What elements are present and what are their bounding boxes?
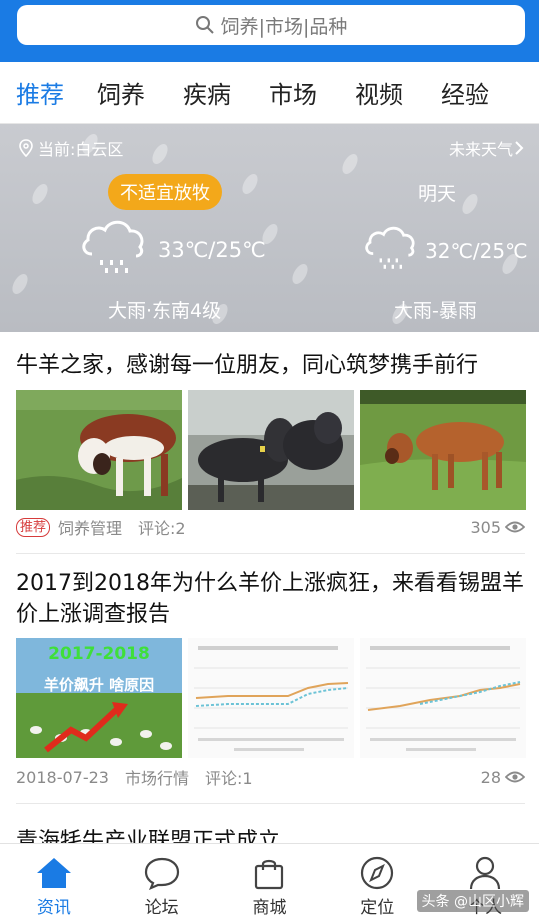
- article-thumbnails[interactable]: [16, 390, 526, 510]
- tab-recommend[interactable]: 推荐: [2, 75, 78, 110]
- tomorrow-label: 明天: [418, 183, 457, 205]
- chevron-right-icon: [515, 141, 524, 155]
- divider: [16, 803, 525, 804]
- black-goats-image[interactable]: [188, 390, 354, 510]
- article-title[interactable]: 2017到2018年为什么羊价上涨疯狂，来看看锡盟羊价上涨调查报告: [16, 568, 525, 630]
- view-count: 28: [481, 768, 525, 787]
- chat-bubble-icon: [144, 857, 179, 890]
- nav-location[interactable]: 定位: [323, 844, 431, 922]
- eye-icon: [505, 521, 525, 533]
- article-meta: 推荐 饲养管理 评论:2 305: [16, 515, 525, 539]
- search-input[interactable]: 饲养|市场|品种: [17, 5, 525, 45]
- tomorrow-temperature: 32℃/25℃: [425, 239, 528, 263]
- search-icon: [195, 16, 214, 34]
- nav-news[interactable]: 资讯: [0, 844, 108, 922]
- recommend-tag: 推荐: [16, 517, 51, 537]
- view-count: 305: [470, 518, 525, 537]
- thumb-caption: 羊价飙升 啥原因: [43, 676, 155, 694]
- article-comments[interactable]: 评论:2: [138, 515, 186, 539]
- today-temperature: 33℃/25℃: [158, 238, 266, 262]
- article-comments[interactable]: 评论:1: [205, 765, 253, 789]
- home-icon: [36, 858, 71, 888]
- nav-forum[interactable]: 论坛: [108, 844, 216, 922]
- location-label[interactable]: 当前:白云区: [18, 136, 123, 160]
- article-category[interactable]: 市场行情: [125, 765, 189, 789]
- person-icon: [469, 856, 501, 890]
- rain-cloud-icon: [365, 226, 415, 269]
- tab-video[interactable]: 视频: [336, 75, 422, 110]
- article-title[interactable]: 牛羊之家，感谢每一位朋友，同心筑梦携手前行: [16, 350, 525, 381]
- article-meta: 2018-07-23 市场行情 评论:1 28: [16, 765, 525, 789]
- watermark: 头条 @山区小辉: [416, 890, 529, 912]
- price-chart-image[interactable]: [188, 638, 354, 758]
- eye-icon: [505, 771, 525, 783]
- article-card[interactable]: 2017到2018年为什么羊价上涨疯狂，来看看锡盟羊价上涨调查报告: [16, 568, 525, 630]
- top-bar: 饲养|市场|品种: [0, 0, 539, 62]
- tab-experience[interactable]: 经验: [422, 75, 508, 110]
- brown-cow-image[interactable]: [360, 390, 526, 510]
- category-tabs: 推荐 饲养 疾病 市场 视频 经验: [0, 62, 539, 124]
- article-thumbnails[interactable]: 2017-2018 羊价飙升 啥原因: [16, 638, 526, 758]
- weather-card[interactable]: 当前:白云区 未来天气 不适宜放牧 明天 33℃/25℃ 大雨·东南4级 32℃…: [0, 124, 539, 332]
- sheep-price-image[interactable]: 2017-2018 羊价飙升 啥原因: [16, 638, 182, 758]
- tab-market[interactable]: 市场: [250, 75, 336, 110]
- article-date: 2018-07-23: [16, 767, 109, 787]
- tab-disease[interactable]: 疾病: [164, 75, 250, 110]
- compass-icon: [361, 856, 394, 890]
- article-category[interactable]: 饲养管理: [58, 515, 122, 539]
- thumb-caption: 2017-2018: [48, 644, 150, 664]
- cow-grazing-image[interactable]: [16, 390, 182, 510]
- tomorrow-condition: 大雨-暴雨: [394, 300, 477, 322]
- search-placeholder: 饲养|市场|品种: [220, 15, 348, 38]
- article-card[interactable]: 牛羊之家，感谢每一位朋友，同心筑梦携手前行: [16, 350, 525, 381]
- purchase-price-chart-image[interactable]: [360, 638, 526, 758]
- divider: [16, 553, 525, 554]
- future-weather-link[interactable]: 未来天气: [449, 136, 525, 160]
- location-pin-icon: [19, 139, 33, 157]
- rain-cloud-icon: [82, 220, 144, 273]
- grazing-warning-badge: 不适宜放牧: [108, 174, 222, 210]
- today-condition: 大雨·东南4级: [108, 300, 222, 322]
- shopping-bag-icon: [255, 859, 284, 890]
- tab-feeding[interactable]: 饲养: [78, 75, 164, 110]
- nav-shop[interactable]: 商城: [216, 844, 324, 922]
